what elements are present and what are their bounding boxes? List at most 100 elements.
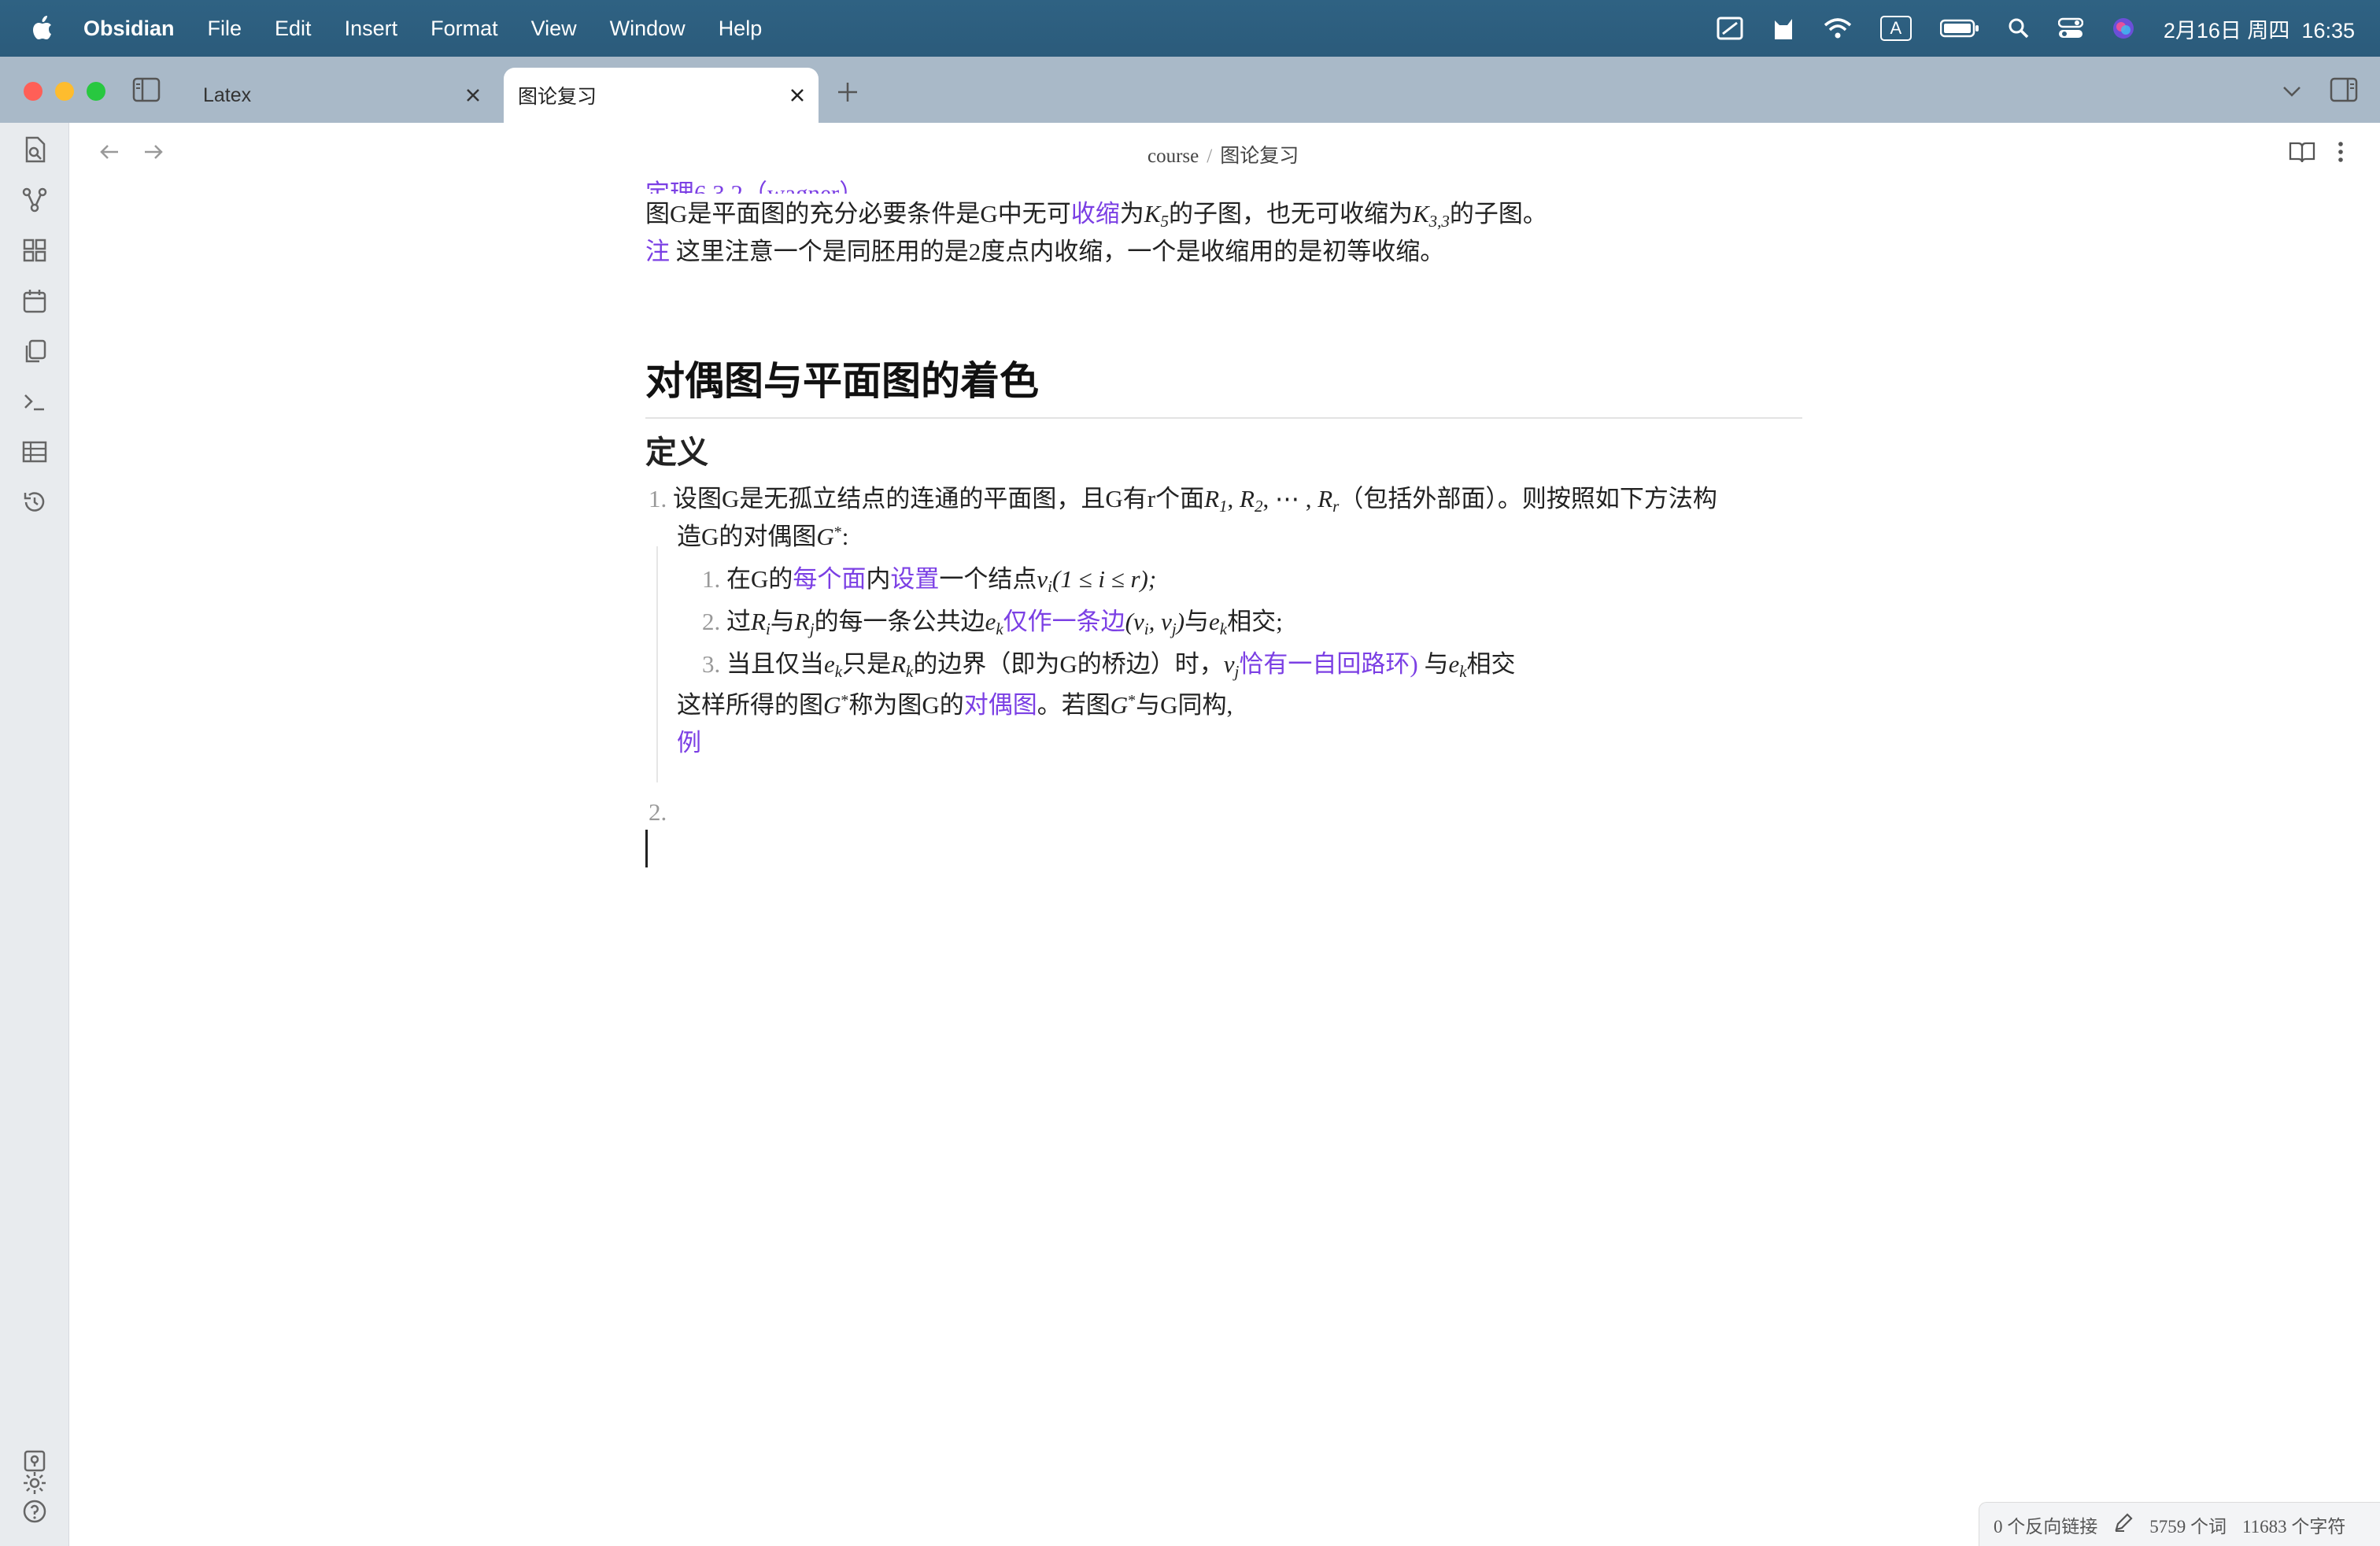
internal-link[interactable]: 收缩	[1071, 200, 1120, 227]
pencil-icon[interactable]	[2113, 1512, 2134, 1537]
text: 过	[726, 608, 751, 635]
math: G	[1110, 691, 1129, 719]
math-sup: *	[833, 523, 842, 541]
window-minimize-button[interactable]	[55, 82, 74, 101]
calendar-icon[interactable]	[19, 285, 50, 316]
close-icon[interactable]	[463, 85, 483, 105]
chevron-down-icon[interactable]	[2281, 83, 2303, 103]
list-item: 1. 在G的每个面内设置一个结点vi(1 ≤ i ≤ r);	[702, 559, 1156, 597]
breadcrumb: course / 图论复习	[1148, 140, 1299, 168]
arrow-right-icon[interactable]	[142, 140, 165, 168]
word-count: 5759 个词	[2149, 1516, 2227, 1537]
note-remark: 注 这里注意一个是同胚用的是2度点内收缩，一个是收缩用的是初等收缩。	[645, 231, 1444, 267]
breadcrumb-folder[interactable]: course	[1148, 146, 1199, 167]
menu-window[interactable]: Window	[610, 17, 686, 41]
math: R	[891, 650, 907, 678]
theorem-title: 定理6.3.2（wagner）	[645, 173, 863, 194]
window-close-button[interactable]	[24, 82, 42, 101]
graph-view-icon[interactable]	[19, 184, 50, 216]
internal-link[interactable]: 每个面	[793, 565, 866, 593]
input-method-icon[interactable]: A	[1879, 16, 1912, 41]
text: （包括外部面）。则按照如下方法构	[1339, 485, 1717, 512]
tab-label: 图论复习	[518, 86, 597, 108]
tab-graph-review[interactable]: 图论复习	[504, 68, 819, 123]
text: 为	[1119, 200, 1144, 227]
menu-format[interactable]: Format	[431, 17, 498, 41]
left-sidebar-toggle-icon[interactable]	[132, 77, 161, 106]
text: 一个结点	[939, 565, 1037, 593]
window-maximize-button[interactable]	[87, 82, 105, 101]
theorem-label: 定理6.3.2（	[645, 179, 767, 194]
siri-icon[interactable]	[2112, 17, 2135, 40]
menu-app-name[interactable]: Obsidian	[83, 17, 175, 41]
backlinks-count[interactable]: 0 个反向链接	[1994, 1511, 2097, 1538]
internal-link[interactable]: 设置	[890, 565, 939, 593]
internal-link[interactable]: 恰有一自回路环)	[1239, 650, 1417, 678]
more-options-icon[interactable]	[2334, 140, 2347, 168]
math: )	[1176, 608, 1185, 635]
math: (1 ≤ i ≤ r);	[1052, 565, 1157, 593]
wifi-icon[interactable]	[1824, 17, 1852, 39]
text: 与	[770, 608, 795, 635]
text: :	[841, 523, 849, 550]
left-ribbon	[0, 123, 69, 1546]
math: , ⋯ ,	[1262, 485, 1318, 512]
math: R	[751, 608, 766, 635]
settings-gear-icon[interactable]	[19, 1467, 50, 1499]
list-item: 3. 当且仅当ek只是Rk的边界（即为G的桥边）时，vj恰有一自回路环) 与ek…	[702, 644, 1516, 682]
apple-icon[interactable]	[30, 14, 54, 43]
canvas-icon[interactable]	[19, 235, 50, 266]
arrow-left-icon[interactable]	[98, 140, 121, 168]
math: v	[1223, 650, 1235, 678]
menu-edit[interactable]: Edit	[275, 17, 312, 41]
menu-view[interactable]: View	[531, 17, 577, 41]
obsidian-window: Latex 图论复习 course / 图论复习 定理6.3.2（wagner）…	[0, 57, 2380, 1546]
history-icon[interactable]	[19, 486, 50, 518]
list-number: 3.	[702, 650, 721, 678]
tab-label: Latex	[203, 83, 252, 106]
text: 图G是平面图的充分必要条件是G中无可	[645, 200, 1071, 227]
open-quick-switcher-icon[interactable]	[19, 134, 50, 165]
example-label: 例	[677, 723, 701, 758]
text: 设图G是无孤立结点的连通的平面图，且G有r个面	[673, 485, 1205, 512]
help-icon[interactable]	[19, 1496, 50, 1527]
screen-mirror-icon[interactable]	[1717, 17, 1743, 40]
editor-pane: course / 图论复习 定理6.3.2（wagner） 图G是平面图的充分必要条…	[69, 123, 2380, 1546]
text: 的子图。	[1449, 200, 1547, 227]
menu-help[interactable]: Help	[719, 17, 763, 41]
breadcrumb-file[interactable]: 图论复习	[1220, 146, 1299, 167]
control-center-icon[interactable]	[2057, 17, 2083, 39]
example-text: 例	[677, 729, 701, 756]
text: 内	[866, 565, 891, 593]
text: 。若图	[1037, 691, 1111, 719]
math: K	[1144, 200, 1161, 227]
menu-insert[interactable]: Insert	[345, 17, 398, 41]
math-sub: k	[906, 662, 914, 681]
clock-datetime[interactable]: 2月16日 周四 16:35	[2164, 13, 2355, 44]
menu-file[interactable]: File	[208, 17, 242, 41]
math: K	[1412, 200, 1429, 227]
math: e	[985, 608, 996, 635]
math: e	[1209, 608, 1220, 635]
close-icon[interactable]	[787, 85, 808, 105]
right-sidebar-toggle-icon[interactable]	[2330, 77, 2358, 106]
internal-link[interactable]: 仅作一条边	[1003, 608, 1125, 635]
new-tab-plus-icon[interactable]	[836, 80, 859, 108]
tab-latex[interactable]: Latex	[186, 68, 494, 123]
book-open-icon[interactable]	[2289, 140, 2315, 168]
text: 与	[1184, 608, 1210, 635]
battery-icon[interactable]	[1939, 19, 1979, 38]
text: 称为图G的	[848, 691, 964, 719]
copy-icon[interactable]	[19, 335, 50, 367]
cat-icon[interactable]	[1772, 16, 1795, 41]
char-count: 11683 个字符	[2242, 1516, 2346, 1537]
table-icon[interactable]	[19, 436, 50, 468]
theorem-name: wagner	[767, 179, 840, 194]
list-number: 2.	[702, 608, 721, 635]
math-sub: 1	[1219, 497, 1228, 516]
list-item: 1. 设图G是无孤立结点的连通的平面图，且G有r个面R1, R2, ⋯ , Rr…	[649, 485, 1717, 516]
internal-link[interactable]: 对偶图	[964, 691, 1037, 719]
terminal-icon[interactable]	[19, 386, 50, 417]
spotlight-icon[interactable]	[2008, 17, 2030, 39]
text: 在G的	[726, 565, 793, 593]
